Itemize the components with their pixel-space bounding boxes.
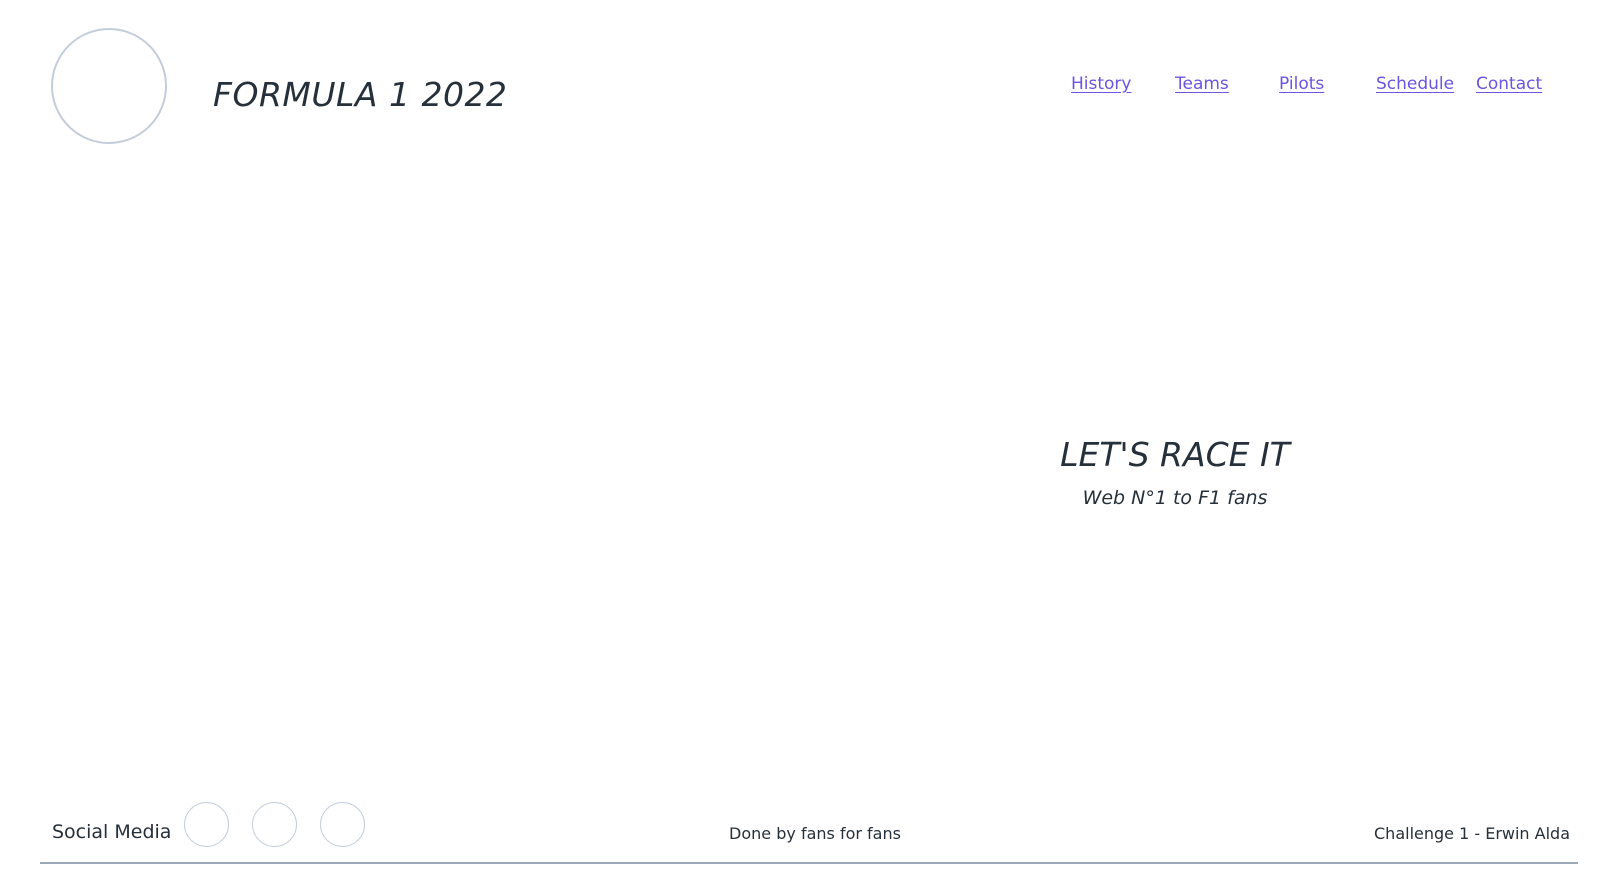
social-icon-3[interactable] <box>320 802 365 847</box>
social-icon-1[interactable] <box>184 802 229 847</box>
nav-link-teams[interactable]: Teams <box>1175 76 1229 93</box>
page: FORMULA 1 2022 History Teams Pilots Sche… <box>0 0 1600 880</box>
social-icon-2[interactable] <box>252 802 297 847</box>
nav-link-pilots[interactable]: Pilots <box>1279 76 1324 93</box>
footer-divider <box>40 862 1578 864</box>
social-media-label: Social Media <box>52 821 172 843</box>
hero-title: LET'S RACE IT <box>1060 435 1290 474</box>
footer-credit: Challenge 1 - Erwin Alda <box>1374 824 1570 843</box>
main-nav: History Teams Pilots Schedule Contact <box>0 76 1600 106</box>
footer-tagline: Done by fans for fans <box>729 824 901 843</box>
nav-link-contact[interactable]: Contact <box>1476 76 1542 93</box>
nav-link-schedule[interactable]: Schedule <box>1376 76 1454 93</box>
nav-link-history[interactable]: History <box>1071 76 1131 93</box>
hero-subtitle: Web N°1 to F1 fans <box>1082 487 1268 509</box>
